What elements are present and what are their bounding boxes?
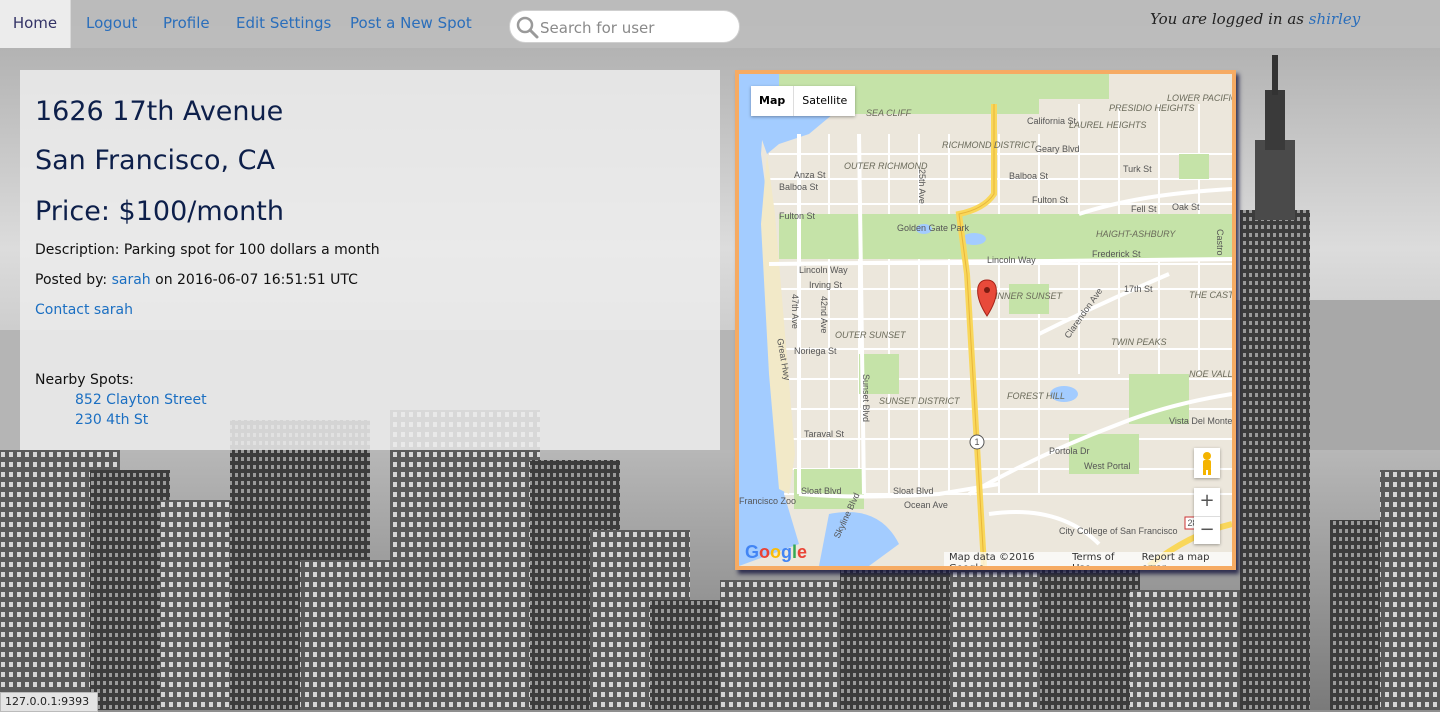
spot-city: San Francisco, CA [35,145,275,176]
map-data-credit: Map data ©2016 Google [949,552,1035,566]
map-label: LAUREL HEIGHTS [1069,120,1146,130]
map-label: Noriega St [794,346,837,356]
map-frame: 1 280 PRESIDIO HEIGHTS LOWER PACIFIC HEI… [735,70,1236,570]
map-label: Golden Gate Park [897,223,970,233]
route-1-shield: 1 [974,437,979,447]
spot-description: Description: Parking spot for 100 dollar… [35,242,380,258]
map-label: Castro [1215,229,1225,256]
map-label: RICHMOND DISTRICT [942,140,1037,150]
map-label: Sloat Blvd [801,486,842,496]
map-label: FOREST HILL [1007,391,1065,401]
map-label: SEA CLIFF [866,108,912,118]
map-label: West Portal [1084,461,1130,471]
map-label: HAIGHT-ASHBURY [1096,229,1176,239]
map-label: Balboa St [1009,171,1049,181]
map-label: 42nd Ave [819,296,829,333]
map-label: THE CASTRO [1189,290,1232,300]
map-label: Oak St [1172,202,1200,212]
map-label: OUTER RICHMOND [844,161,928,171]
browser-status-url: 127.0.0.1:9393 [0,692,99,712]
map-report-error-link[interactable]: Report a map error [1142,552,1227,566]
map-label: PRESIDIO HEIGHTS [1109,103,1195,113]
map-label: OUTER SUNSET [835,330,907,340]
nav-edit-settings[interactable]: Edit Settings [236,0,331,48]
map-label: Anza St [794,170,826,180]
map-canvas[interactable]: 1 280 PRESIDIO HEIGHTS LOWER PACIFIC HEI… [739,74,1232,566]
google-map[interactable]: 1 280 PRESIDIO HEIGHTS LOWER PACIFIC HEI… [739,74,1232,566]
map-label: LOWER PACIFIC HEIGHTS [1167,93,1232,103]
map-label: City College of San Francisco [1059,526,1178,536]
posted-by-prefix: Posted by: [35,272,108,288]
map-label: SUNSET DISTRICT [879,396,961,406]
map-label: Fulton St [779,211,816,221]
top-navbar: Home Logout Profile Edit Settings Post a… [0,0,1440,48]
map-label: Vista Del Monte [1169,416,1232,426]
map-attribution: Map data ©2016 Google Terms of Use Repor… [944,552,1232,566]
posted-timestamp: on 2016-06-07 16:51:51 UTC [155,272,358,288]
current-user-link[interactable]: shirley [1309,10,1360,28]
street-view-pegman-icon[interactable] [1194,448,1220,478]
nearby-spots-label: Nearby Spots: [35,372,134,388]
map-label: TWIN PEAKS [1111,337,1167,347]
logged-in-prefix: You are logged in as [1150,10,1304,28]
nearby-spot-link[interactable]: 852 Clayton Street [75,392,207,408]
map-label: Balboa St [779,182,819,192]
map-label: Portola Dr [1049,446,1090,456]
map-label: Ocean Ave [904,500,948,510]
map-label: 47th Ave [790,294,800,329]
map-label: Lincoln Way [987,255,1036,265]
map-type-map-button[interactable]: Map [751,86,795,116]
user-search-input[interactable] [538,16,737,40]
spot-details-panel: 1626 17th Avenue San Francisco, CA Price… [20,70,720,450]
nav-post-new-spot[interactable]: Post a New Spot [350,0,472,48]
poster-user-link[interactable]: sarah [112,272,151,288]
nav-logout[interactable]: Logout [86,0,137,48]
map-label: Francisco Zoo [739,496,796,506]
map-label: Sunset Blvd [861,374,871,422]
user-search-box [509,10,740,43]
map-type-control: Map Satellite [751,86,856,116]
map-label: Fulton St [1032,195,1069,205]
spot-street: 1626 17th Avenue [35,96,284,127]
zoom-control: + − [1194,488,1220,544]
map-label: 25th Ave [917,169,927,204]
nearby-spot-link[interactable]: 230 4th St [75,412,148,428]
zoom-out-button[interactable]: − [1194,517,1220,545]
map-label: Taraval St [804,429,845,439]
search-icon [516,16,539,39]
map-label: Geary Blvd [1035,144,1080,154]
zoom-in-button[interactable]: + [1194,488,1220,517]
map-terms-link[interactable]: Terms of Use [1072,552,1130,566]
google-logo: Google [745,542,808,562]
map-label: INNER SUNSET [995,291,1064,301]
map-label: Fell St [1131,204,1157,214]
nav-profile[interactable]: Profile [163,0,210,48]
map-type-satellite-button[interactable]: Satellite [794,86,855,116]
spot-price: Price: $100/month [35,196,284,227]
contact-link[interactable]: Contact sarah [35,302,133,318]
map-label: Lincoln Way [799,265,848,275]
map-label: Frederick St [1092,249,1141,259]
map-label: Sloat Blvd [893,486,934,496]
map-label: NOE VALLEY [1189,369,1232,379]
nav-home[interactable]: Home [0,0,71,48]
map-label: Turk St [1123,164,1152,174]
posted-by-line: Posted by: sarah on 2016-06-07 16:51:51 … [35,272,358,288]
map-label: Irving St [809,280,843,290]
map-label: 17th St [1124,284,1153,294]
logged-in-status: You are logged in as shirley [1150,10,1360,28]
